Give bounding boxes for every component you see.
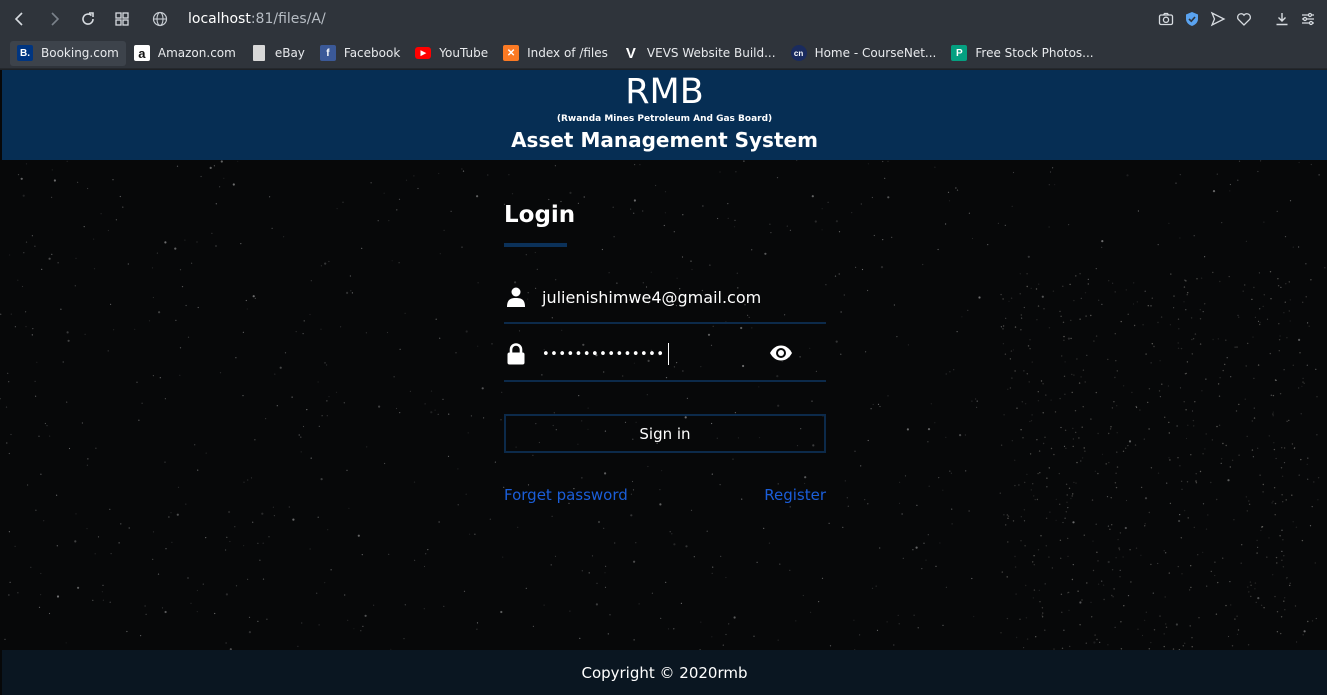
shield-icon[interactable]	[1179, 0, 1205, 38]
bookmark-item[interactable]: P Free Stock Photos...	[944, 41, 1100, 66]
bookmark-label: VEVS Website Build...	[646, 46, 776, 60]
easy-setup-icon[interactable]	[1295, 0, 1321, 38]
url-path: :81/files/A/	[250, 11, 326, 27]
browser-toolbar: localhost:81/files/A/	[0, 0, 1327, 38]
bookmark-label: Index of /files	[527, 46, 608, 60]
site-footer: Copyright © 2020rmb	[2, 650, 1327, 695]
forget-password-link[interactable]: Forget password	[504, 486, 628, 504]
amazon-icon: a	[133, 45, 150, 61]
bookmark-label: Free Stock Photos...	[975, 46, 1094, 60]
password-field[interactable]: •••••••••••••••	[504, 328, 826, 382]
web-page: RMB (Rwanda Mines Petroleum And Gas Boar…	[0, 70, 1327, 695]
url-text: localhost:81/files/A/	[188, 11, 326, 27]
url-host: localhost	[188, 11, 251, 27]
bookmark-item[interactable]: V VEVS Website Build...	[616, 41, 783, 66]
bookmark-label: Facebook	[343, 46, 401, 60]
brand-subtitle: (Rwanda Mines Petroleum And Gas Board)	[556, 114, 773, 124]
password-value: •••••••••••••••	[542, 343, 669, 365]
bookmark-item[interactable]: eBay	[244, 41, 312, 66]
email-value: julienishimwe4@gmail.com	[542, 287, 762, 307]
bookmark-item[interactable]: ✕ Index of /files	[496, 41, 615, 66]
bookmark-item[interactable]: ▶ YouTube	[408, 41, 495, 66]
coursenet-icon: cn	[790, 45, 807, 61]
bookmark-item[interactable]: a Amazon.com	[127, 41, 243, 66]
reload-icon[interactable]	[71, 0, 105, 38]
heart-icon[interactable]	[1231, 0, 1257, 38]
bookmarks-bar: B. Booking.com a Amazon.com eBay f Facebook ▶ Yo…	[0, 38, 1327, 69]
bookmark-label: Home - CourseNet...	[814, 46, 937, 60]
youtube-icon: ▶	[415, 47, 432, 59]
bookmark-item[interactable]: cn Home - CourseNet...	[784, 41, 944, 66]
bookmark-label: Amazon.com	[157, 46, 236, 60]
text-caret	[667, 343, 669, 365]
system-title: Asset Management System	[511, 128, 818, 152]
send-icon[interactable]	[1205, 0, 1231, 38]
lock-icon	[507, 343, 533, 365]
xampp-icon: ✕	[503, 45, 520, 61]
vevs-icon: V	[622, 45, 639, 62]
user-icon	[507, 287, 533, 307]
facebook-icon: f	[319, 45, 336, 61]
site-header: RMB (Rwanda Mines Petroleum And Gas Boar…	[2, 70, 1327, 160]
address-bar[interactable]: localhost:81/files/A/	[152, 0, 326, 38]
bookmark-label: eBay	[274, 46, 305, 60]
camera-icon[interactable]	[1153, 0, 1179, 38]
download-icon[interactable]	[1269, 0, 1295, 38]
back-icon[interactable]	[3, 0, 37, 38]
speed-dial-icon[interactable]	[105, 0, 139, 38]
bookmark-label: YouTube	[439, 46, 489, 60]
bookmark-item[interactable]: f Facebook	[313, 41, 407, 66]
login-title: Login	[504, 202, 576, 228]
booking-icon: B.	[17, 45, 33, 61]
page-icon	[252, 45, 265, 61]
login-links: Forget password Register	[504, 486, 826, 504]
copyright-text: Copyright © 2020rmb	[581, 663, 748, 682]
globe-icon	[152, 11, 174, 27]
bookmark-label: Booking.com	[41, 46, 119, 60]
brand-title: RMB	[625, 72, 704, 112]
sign-in-button[interactable]: Sign in	[504, 414, 826, 453]
eye-icon[interactable]	[769, 344, 793, 366]
title-underline	[504, 243, 567, 247]
forward-icon[interactable]	[37, 0, 71, 38]
email-field[interactable]: julienishimwe4@gmail.com	[504, 272, 826, 324]
toolbar-actions	[1153, 0, 1321, 38]
pexels-icon: P	[951, 45, 968, 61]
login-form: Login julienishimwe4@gmail.com •••••••••…	[504, 200, 826, 504]
password-mask: •••••••••••••••	[542, 346, 665, 362]
register-link[interactable]: Register	[764, 486, 826, 504]
bookmark-item[interactable]: B. Booking.com	[10, 40, 126, 66]
